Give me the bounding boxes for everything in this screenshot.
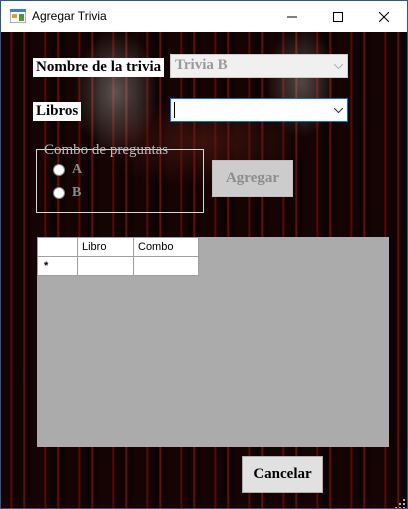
- chevron-down-icon: [329, 99, 347, 121]
- radio-option-b[interactable]: [53, 187, 65, 199]
- datagrid-table: Libro Combo *: [37, 237, 199, 276]
- new-row-combo-cell[interactable]: [133, 256, 199, 276]
- maximize-icon: [333, 11, 343, 22]
- agregar-trivia-window: Agregar Trivia Nombre de la trivia Trivi…: [0, 0, 408, 509]
- cancel-button[interactable]: Cancelar: [242, 456, 323, 493]
- resize-grip-icon[interactable]: [395, 496, 405, 508]
- column-header-combo[interactable]: Combo: [133, 237, 199, 257]
- trivia-name-value: Trivia B: [175, 57, 228, 73]
- radio-option-a-label: A: [72, 162, 83, 177]
- radio-option-b-label: B: [72, 185, 82, 200]
- app-icon: [10, 9, 26, 23]
- chevron-down-icon: [329, 55, 347, 77]
- trivia-name-combobox[interactable]: Trivia B: [170, 54, 348, 78]
- form-client-area: Nombre de la trivia Trivia B Libros Comb…: [1, 32, 407, 508]
- radio-option-a[interactable]: [53, 164, 65, 176]
- groupbox-title: Combo de preguntas: [44, 142, 169, 158]
- header-row: Libro Combo: [37, 237, 199, 257]
- text-caret: [174, 102, 175, 118]
- books-datagrid[interactable]: Libro Combo *: [37, 237, 389, 447]
- column-header-libro[interactable]: Libro: [77, 237, 134, 257]
- new-row[interactable]: *: [37, 256, 199, 276]
- close-button[interactable]: [361, 1, 407, 32]
- libros-label: Libros: [33, 102, 82, 121]
- new-row-marker[interactable]: *: [37, 256, 78, 276]
- libros-combobox[interactable]: [170, 98, 348, 122]
- title-bar[interactable]: Agregar Trivia: [1, 1, 407, 32]
- corner-header-cell[interactable]: [37, 237, 78, 257]
- close-icon: [379, 11, 389, 22]
- minimize-button[interactable]: [269, 1, 315, 32]
- window-title: Agregar Trivia: [32, 9, 107, 23]
- maximize-button[interactable]: [315, 1, 361, 32]
- minimize-icon: [287, 12, 297, 22]
- add-button[interactable]: Agregar: [212, 160, 293, 197]
- new-row-libro-cell[interactable]: [77, 256, 134, 276]
- trivia-name-label: Nombre de la trivia: [33, 58, 165, 77]
